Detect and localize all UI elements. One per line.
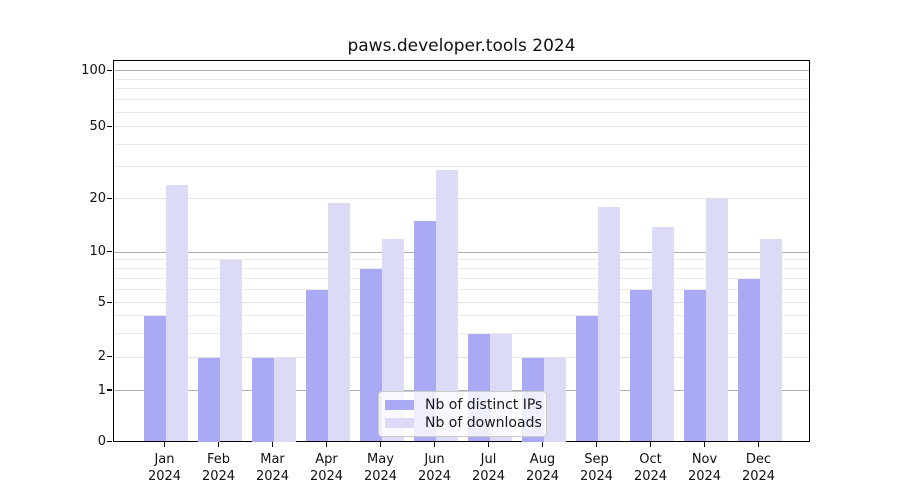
bar-distinct-ips-jan [144, 316, 166, 441]
legend-item-downloads: Nb of downloads [385, 414, 538, 432]
bar-downloads-apr [328, 203, 350, 441]
y-tick-label-0: 0 [36, 435, 106, 448]
gridline-y-30 [114, 166, 809, 167]
legend-label-downloads: Nb of downloads [425, 415, 542, 431]
bar-distinct-ips-feb [198, 358, 220, 442]
gridline-y-80 [114, 88, 809, 89]
bar-downloads-jan [166, 185, 188, 442]
x-tick-jun [434, 442, 436, 447]
x-tick-may [380, 442, 382, 447]
bar-downloads-feb [220, 260, 242, 441]
x-tick-sep [596, 442, 598, 447]
y-tick-label-2: 2 [36, 350, 106, 363]
y-tick-2 [107, 356, 112, 358]
x-tick-feb [218, 442, 220, 447]
y-tick-label-5: 5 [36, 296, 106, 309]
gridline-y-70 [114, 99, 809, 100]
y-tick-label-50: 50 [36, 120, 106, 133]
bar-downloads-mar [274, 358, 296, 442]
bar-downloads-sep [598, 207, 620, 441]
y-tick-label-10: 10 [36, 245, 106, 258]
y-tick-50 [107, 126, 112, 128]
bar-distinct-ips-nov [684, 290, 706, 442]
x-tick-dec [758, 442, 760, 447]
y-tick-5 [107, 302, 112, 304]
legend-swatch-distinct-ips [385, 400, 414, 410]
plot-area [113, 60, 810, 442]
gridline-y-40 [114, 144, 809, 145]
x-tick-label-dec: Dec 2024 [727, 451, 791, 485]
y-tick-20 [107, 198, 112, 200]
y-tick-0 [107, 441, 112, 443]
bar-downloads-oct [652, 227, 674, 442]
x-tick-aug [542, 442, 544, 447]
gridline-y-50 [114, 126, 809, 127]
bar-downloads-nov [706, 199, 728, 441]
bar-distinct-ips-mar [252, 358, 274, 442]
legend-item-distinct-ips: Nb of distinct IPs [385, 396, 538, 414]
y-tick-100 [107, 70, 112, 72]
legend-label-distinct-ips: Nb of distinct IPs [425, 397, 542, 413]
figure: paws.developer.tools 2024 0125102050100J… [0, 0, 900, 500]
chart-title: paws.developer.tools 2024 [113, 36, 810, 56]
x-tick-jan [164, 442, 166, 447]
bar-downloads-dec [760, 239, 782, 442]
x-tick-mar [272, 442, 274, 447]
legend-swatch-downloads [385, 418, 414, 428]
gridline-y-100 [114, 70, 809, 71]
x-tick-nov [704, 442, 706, 447]
bar-distinct-ips-oct [630, 290, 652, 442]
y-tick-10 [107, 251, 112, 253]
bar-distinct-ips-sep [576, 316, 598, 441]
y-tick-label-1: 1 [36, 384, 106, 397]
x-tick-oct [650, 442, 652, 447]
x-tick-apr [326, 442, 328, 447]
y-tick-label-100: 100 [36, 64, 106, 77]
bar-distinct-ips-dec [738, 279, 760, 442]
y-tick-1 [107, 389, 112, 391]
legend: Nb of distinct IPs Nb of downloads [378, 391, 547, 437]
x-tick-jul [488, 442, 490, 447]
bar-distinct-ips-apr [306, 290, 328, 442]
gridline-y-60 [114, 112, 809, 113]
y-tick-label-20: 20 [36, 192, 106, 205]
gridline-y-90 [114, 79, 809, 80]
